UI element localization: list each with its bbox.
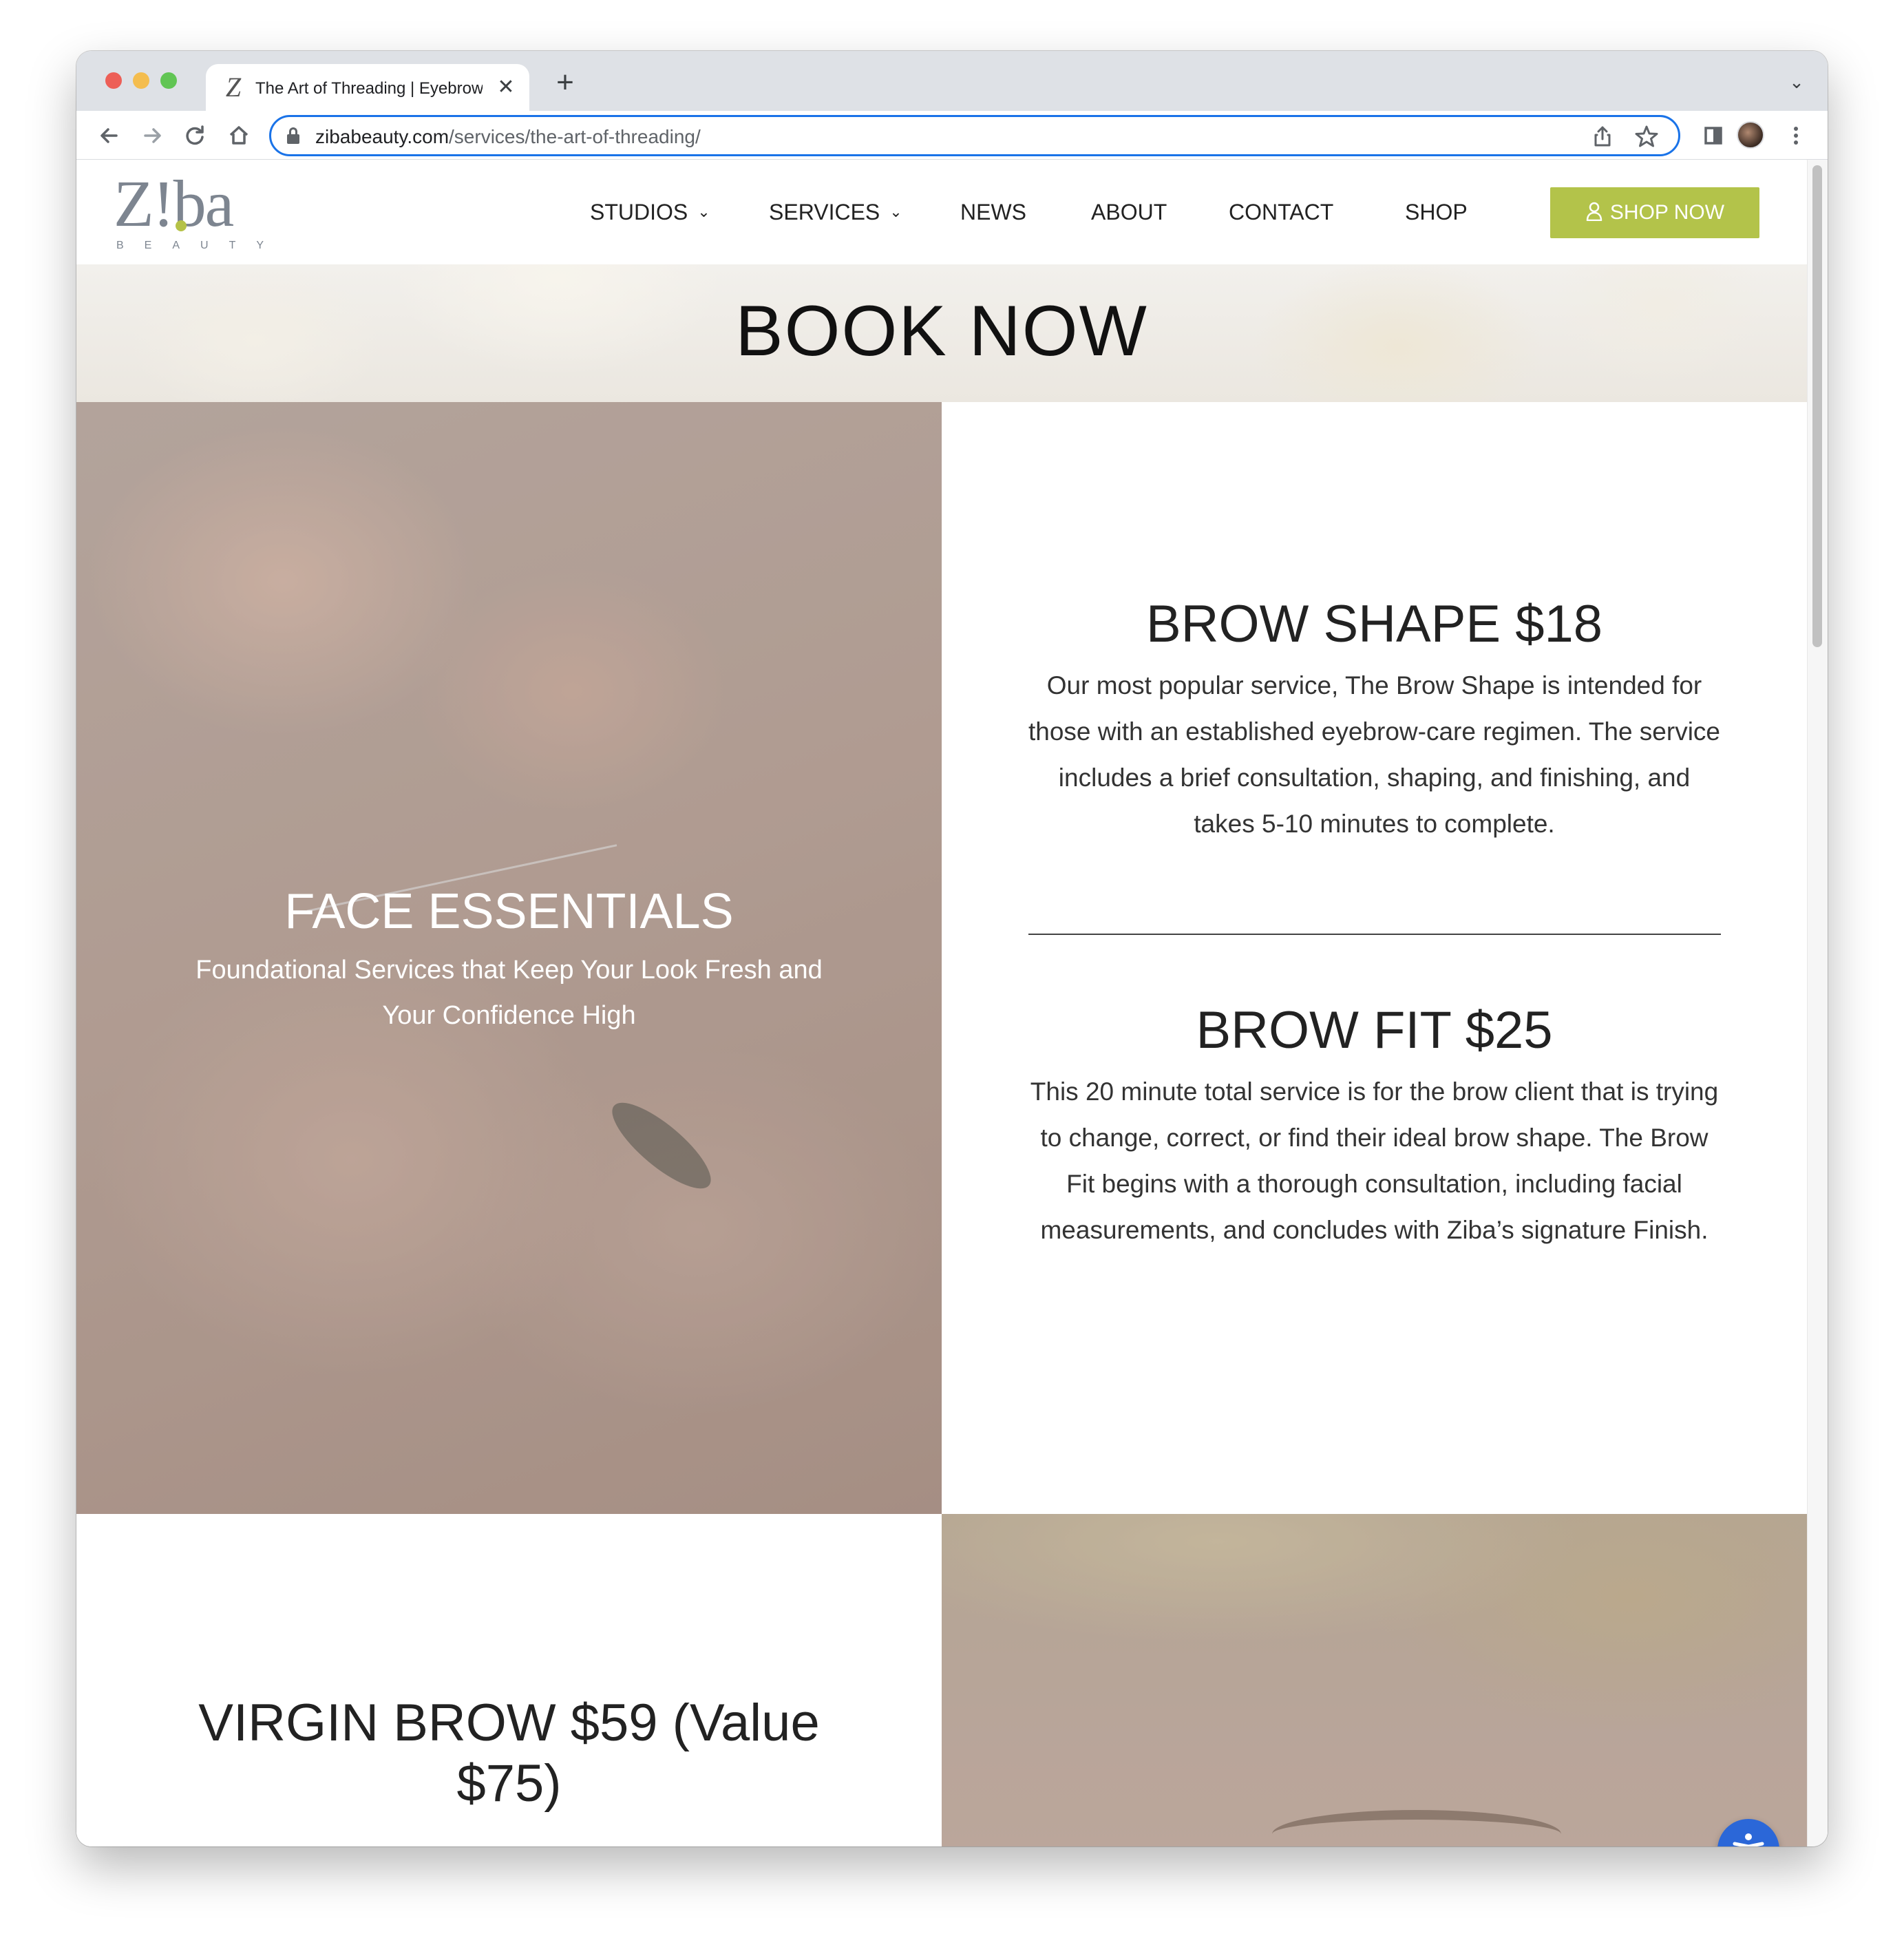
face-essentials-subtitle: Foundational Services that Keep Your Loo…: [195, 956, 823, 1030]
nav-shop[interactable]: SHOP: [1405, 198, 1468, 226]
zoom-window-button[interactable]: [160, 72, 177, 89]
share-icon[interactable]: [1590, 124, 1615, 149]
ziba-logo[interactable]: Z!ba BEAUTY: [114, 167, 285, 255]
chevron-down-icon: ⌄: [889, 203, 902, 220]
url-path: /services/the-art-of-threading/: [449, 126, 701, 147]
tab-title: The Art of Threading | Eyebrow: [255, 79, 483, 98]
logo-wordmark: Z!ba: [114, 167, 234, 240]
nav-news[interactable]: NEWS: [960, 198, 1026, 226]
star-icon[interactable]: [1634, 124, 1659, 149]
virgin-brow-title: VIRGIN BROW $59 (Value $75): [198, 1694, 820, 1813]
url-host: zibabeauty.com: [315, 126, 449, 147]
brow-shape-title: BROW SHAPE $18: [1145, 595, 1603, 653]
brow-shape-description: Our most popular service, The Brow Shape…: [1028, 671, 1720, 838]
home-icon[interactable]: [224, 120, 254, 151]
site-header: Z!ba BEAUTY STUDIOS ⌄ SERVICES ⌄ NEWS ABOU…: [76, 160, 1807, 264]
close-tab-icon[interactable]: ✕: [495, 76, 517, 98]
page-viewport: Z!ba BEAUTY STUDIOS ⌄ SERVICES ⌄ NEWS ABOU…: [76, 160, 1828, 1846]
nav-studios[interactable]: STUDIOS ⌄: [590, 198, 710, 226]
address-bar[interactable]: zibabeauty.com/services/the-art-of-threa…: [269, 115, 1680, 156]
user-icon: [1585, 187, 1603, 238]
close-window-button[interactable]: [105, 72, 122, 89]
face-essentials-image: FACE ESSENTIALS Foundational Services th…: [76, 402, 942, 1514]
logo-subtitle: BEAUTY: [116, 240, 285, 251]
tab-search-chevron-icon[interactable]: ⌄: [1786, 72, 1807, 92]
favicon-icon: Z: [225, 72, 242, 103]
chevron-down-icon: ⌄: [697, 203, 710, 220]
nav-about[interactable]: ABOUT: [1091, 198, 1167, 226]
forward-arrow-icon[interactable]: [137, 120, 167, 151]
shop-now-label: SHOP NOW: [1609, 201, 1725, 224]
nav-services[interactable]: SERVICES ⌄: [769, 198, 902, 226]
service-divider: [1028, 934, 1721, 935]
tab-strip: Z The Art of Threading | Eyebrow ✕ + ⌄: [76, 51, 1828, 111]
nav-contact[interactable]: CONTACT: [1229, 198, 1333, 226]
shop-now-button[interactable]: SHOP NOW: [1550, 187, 1759, 238]
minimize-window-button[interactable]: [133, 72, 149, 89]
profile-avatar[interactable]: [1737, 121, 1764, 149]
page-scrollbar[interactable]: [1807, 160, 1828, 1846]
book-now-heading[interactable]: BOOK NOW: [76, 293, 1807, 369]
face-essentials-title: FACE ESSENTIALS: [284, 884, 734, 939]
kebab-menu-icon[interactable]: [1781, 120, 1811, 151]
browser-window: Z The Art of Threading | Eyebrow ✕ + ⌄ z…: [76, 51, 1828, 1846]
brow-services-panel: BROW SHAPE $18 Our most popular service,…: [942, 402, 1807, 1514]
browser-tab-active[interactable]: Z The Art of Threading | Eyebrow ✕: [206, 64, 529, 111]
reload-icon[interactable]: [180, 120, 210, 151]
brow-fit-title: BROW FIT $25: [1196, 1001, 1553, 1060]
nav-studios-label: STUDIOS: [590, 200, 688, 224]
virgin-brow-image: [942, 1514, 1807, 1846]
scrollbar-thumb[interactable]: [1812, 165, 1822, 647]
book-now-banner: BOOK NOW: [76, 264, 1807, 402]
image-overlay: [942, 1514, 1807, 1846]
url-text[interactable]: zibabeauty.com/services/the-art-of-threa…: [315, 125, 701, 149]
browser-toolbar: zibabeauty.com/services/the-art-of-threa…: [76, 111, 1828, 160]
lock-icon[interactable]: [285, 127, 302, 145]
virgin-brow-panel: VIRGIN BROW $59 (Value $75): [76, 1514, 942, 1846]
nav-services-label: SERVICES: [769, 200, 880, 224]
side-panel-icon[interactable]: [1698, 120, 1728, 151]
back-arrow-icon[interactable]: [94, 120, 125, 151]
logo-accent-dot: [176, 220, 187, 231]
brow-fit-description: This 20 minute total service is for the …: [1030, 1077, 1719, 1244]
new-tab-button[interactable]: +: [551, 67, 579, 98]
